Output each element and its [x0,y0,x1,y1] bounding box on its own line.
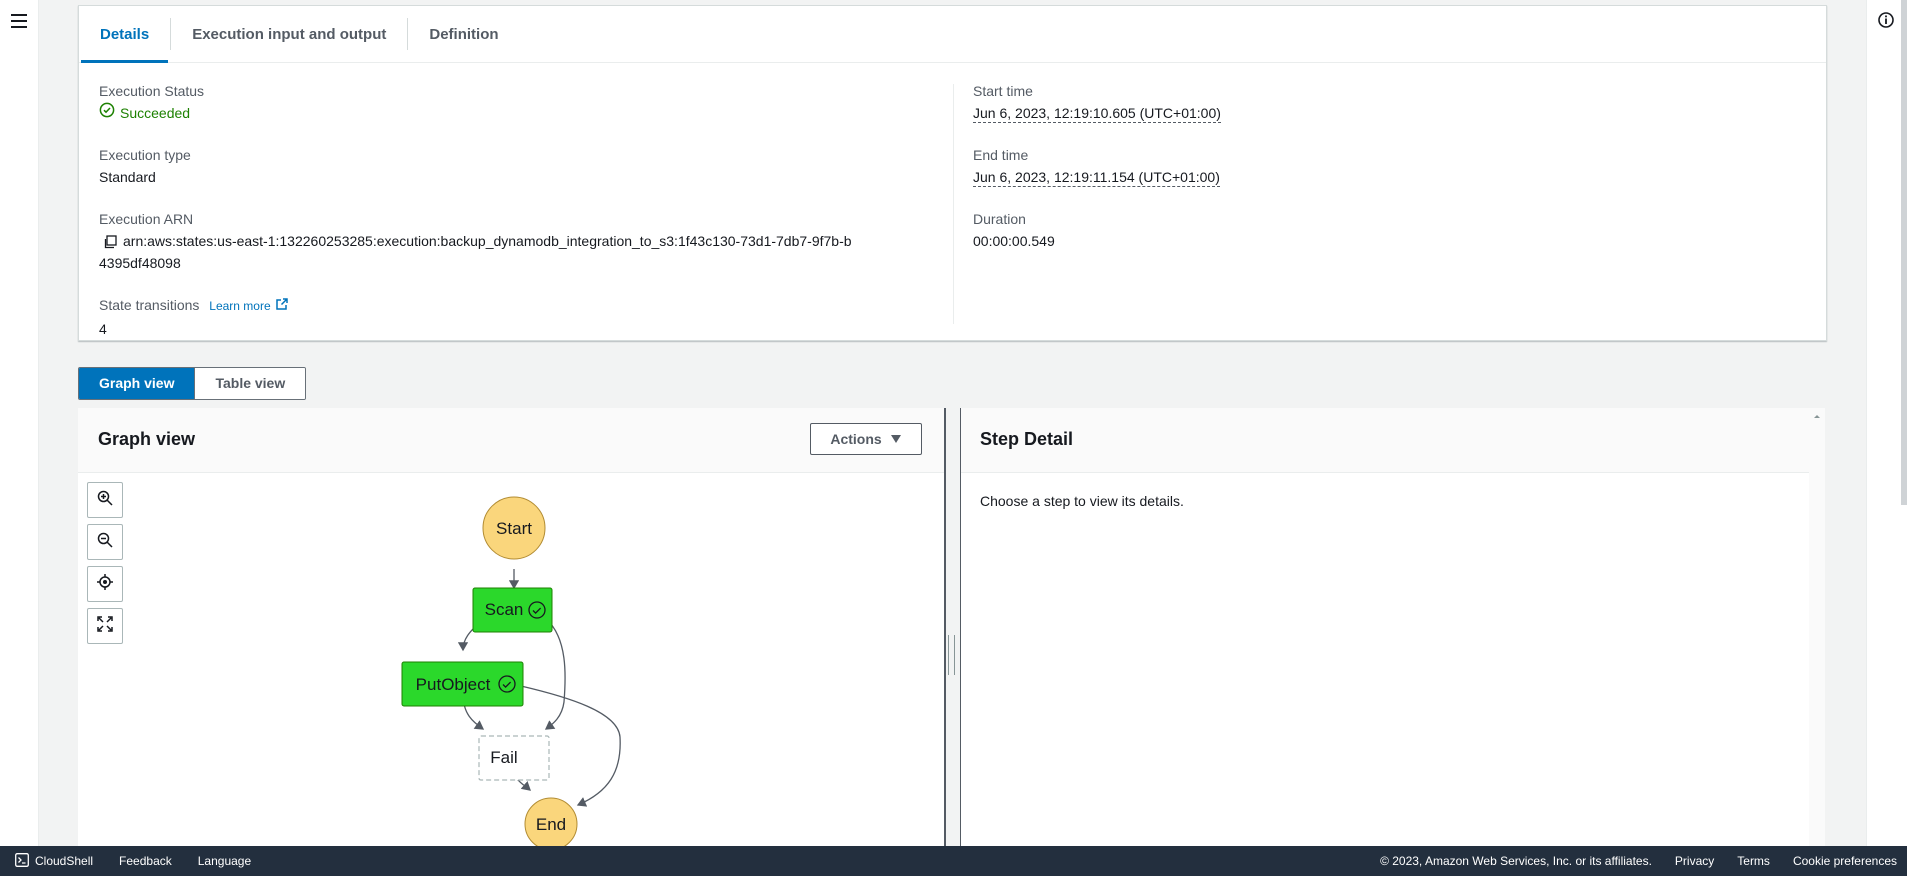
execution-status-value: Succeeded [120,105,191,121]
state-transitions-label-row: State transitions Learn more [99,296,929,316]
terms-link[interactable]: Terms [1737,854,1770,868]
info-icon[interactable] [1876,10,1896,30]
execution-arn-field: Execution ARN arn:aws:states:us-east-1:1… [99,210,929,274]
column-divider [953,84,954,324]
step-detail-scrollbar[interactable] [1809,408,1825,846]
state-transitions-field: State transitions Learn more 4 [99,296,929,340]
tab-definition[interactable]: Definition [408,6,519,62]
execution-status-field: Execution Status Succeeded [99,82,929,124]
state-transitions-value: 4 [99,320,107,337]
execution-status-label: Execution Status [99,83,205,99]
duration-value: 00:00:00.549 [973,233,1055,249]
details-left-column: Execution Status Succeeded Execution typ… [99,82,929,362]
duration-label: Duration [973,211,1026,227]
start-time-field: Start time Jun 6, 2023, 12:19:10.605 (UT… [973,82,1773,124]
node-end[interactable]: End [524,797,578,846]
page-scrollbar[interactable] [1901,0,1907,505]
learn-more-label: Learn more [209,299,271,313]
step-detail-empty-text: Choose a step to view its details. [980,493,1184,509]
drag-grip-icon [948,635,955,675]
execution-type-value: Standard [99,169,156,185]
edge-scan-fail [544,617,566,730]
learn-more-link[interactable]: Learn more [209,297,288,316]
status-badge: Succeeded [99,102,929,124]
copyright-text: © 2023, Amazon Web Services, Inc. or its… [1380,854,1652,868]
feedback-link[interactable]: Feedback [119,854,172,868]
execution-arn-row: arn:aws:states:us-east-1:132260253285:ex… [99,230,929,274]
tab-details[interactable]: Details [79,6,170,63]
graph-panel-header: Graph view Actions [78,408,944,473]
cloudshell-button[interactable]: CloudShell [15,852,94,870]
step-detail-header: Step Detail [961,408,1810,473]
details-right-column: Start time Jun 6, 2023, 12:19:10.605 (UT… [973,82,1773,274]
language-link[interactable]: Language [198,854,251,868]
tabs-bar: Details Execution input and output Defin… [79,6,1826,63]
table-view-button[interactable]: Table view [194,368,306,399]
state-machine-graph: Start Scan PutObject Fail End [401,496,621,846]
node-putobject[interactable]: PutObject [401,661,524,707]
tab-execution-input-output[interactable]: Execution input and output [171,6,407,62]
graph-view-button[interactable]: Graph view [79,368,195,399]
end-time-field: End time Jun 6, 2023, 12:19:11.154 (UTC+… [973,146,1773,188]
end-time-label: End time [973,147,1029,163]
step-detail-title: Step Detail [980,429,1074,449]
node-end-label: End [536,815,566,834]
node-fail-label: Fail [490,748,517,767]
cookie-preferences-link[interactable]: Cookie preferences [1793,854,1897,868]
node-start-label: Start [496,519,532,538]
node-putobject-label: PutObject [416,675,491,694]
execution-arn-label: Execution ARN [99,211,194,227]
left-nav-rail [0,0,39,846]
execution-arn-value: arn:aws:states:us-east-1:132260253285:ex… [99,233,852,271]
node-scan[interactable]: Scan [472,587,553,633]
state-transitions-label: State transitions [99,297,200,313]
execution-details-card: Details Execution input and output Defin… [78,5,1827,341]
hamburger-menu-icon[interactable] [8,10,30,32]
actions-dropdown-button[interactable]: Actions [810,423,922,455]
end-time-value[interactable]: Jun 6, 2023, 12:19:11.154 (UTC+01:00) [973,169,1220,187]
footer-left-links: CloudShell Feedback Language [15,846,251,876]
privacy-link[interactable]: Privacy [1675,854,1714,868]
execution-type-label: Execution type [99,147,191,163]
terminal-icon [15,852,29,870]
step-detail-panel: Step Detail Choose a step to view its de… [960,408,1810,846]
cloudshell-label: CloudShell [35,854,94,868]
success-check-icon [99,102,115,124]
graph-view-panel: Graph view Actions Start Scan PutObject … [78,408,946,846]
actions-label: Actions [830,431,882,447]
footer-right-links: © 2023, Amazon Web Services, Inc. or its… [1380,846,1897,876]
panel-resize-handle[interactable] [946,408,960,846]
graph-panel-title: Graph view [98,429,196,449]
node-fail[interactable]: Fail [478,735,550,781]
external-link-icon [275,297,289,316]
view-toggle: Graph view Table view [78,367,307,400]
start-time-value[interactable]: Jun 6, 2023, 12:19:10.605 (UTC+01:00) [973,105,1221,123]
console-footer: CloudShell Feedback Language © 2023, Ama… [0,846,1907,876]
right-tools-rail [1866,0,1907,846]
caret-down-icon [890,431,902,447]
duration-field: Duration 00:00:00.549 [973,210,1773,252]
node-start[interactable]: Start [482,496,546,560]
start-time-label: Start time [973,83,1033,99]
node-scan-label: Scan [485,600,524,619]
scroll-up-icon [1814,415,1820,418]
execution-type-field: Execution type Standard [99,146,929,188]
